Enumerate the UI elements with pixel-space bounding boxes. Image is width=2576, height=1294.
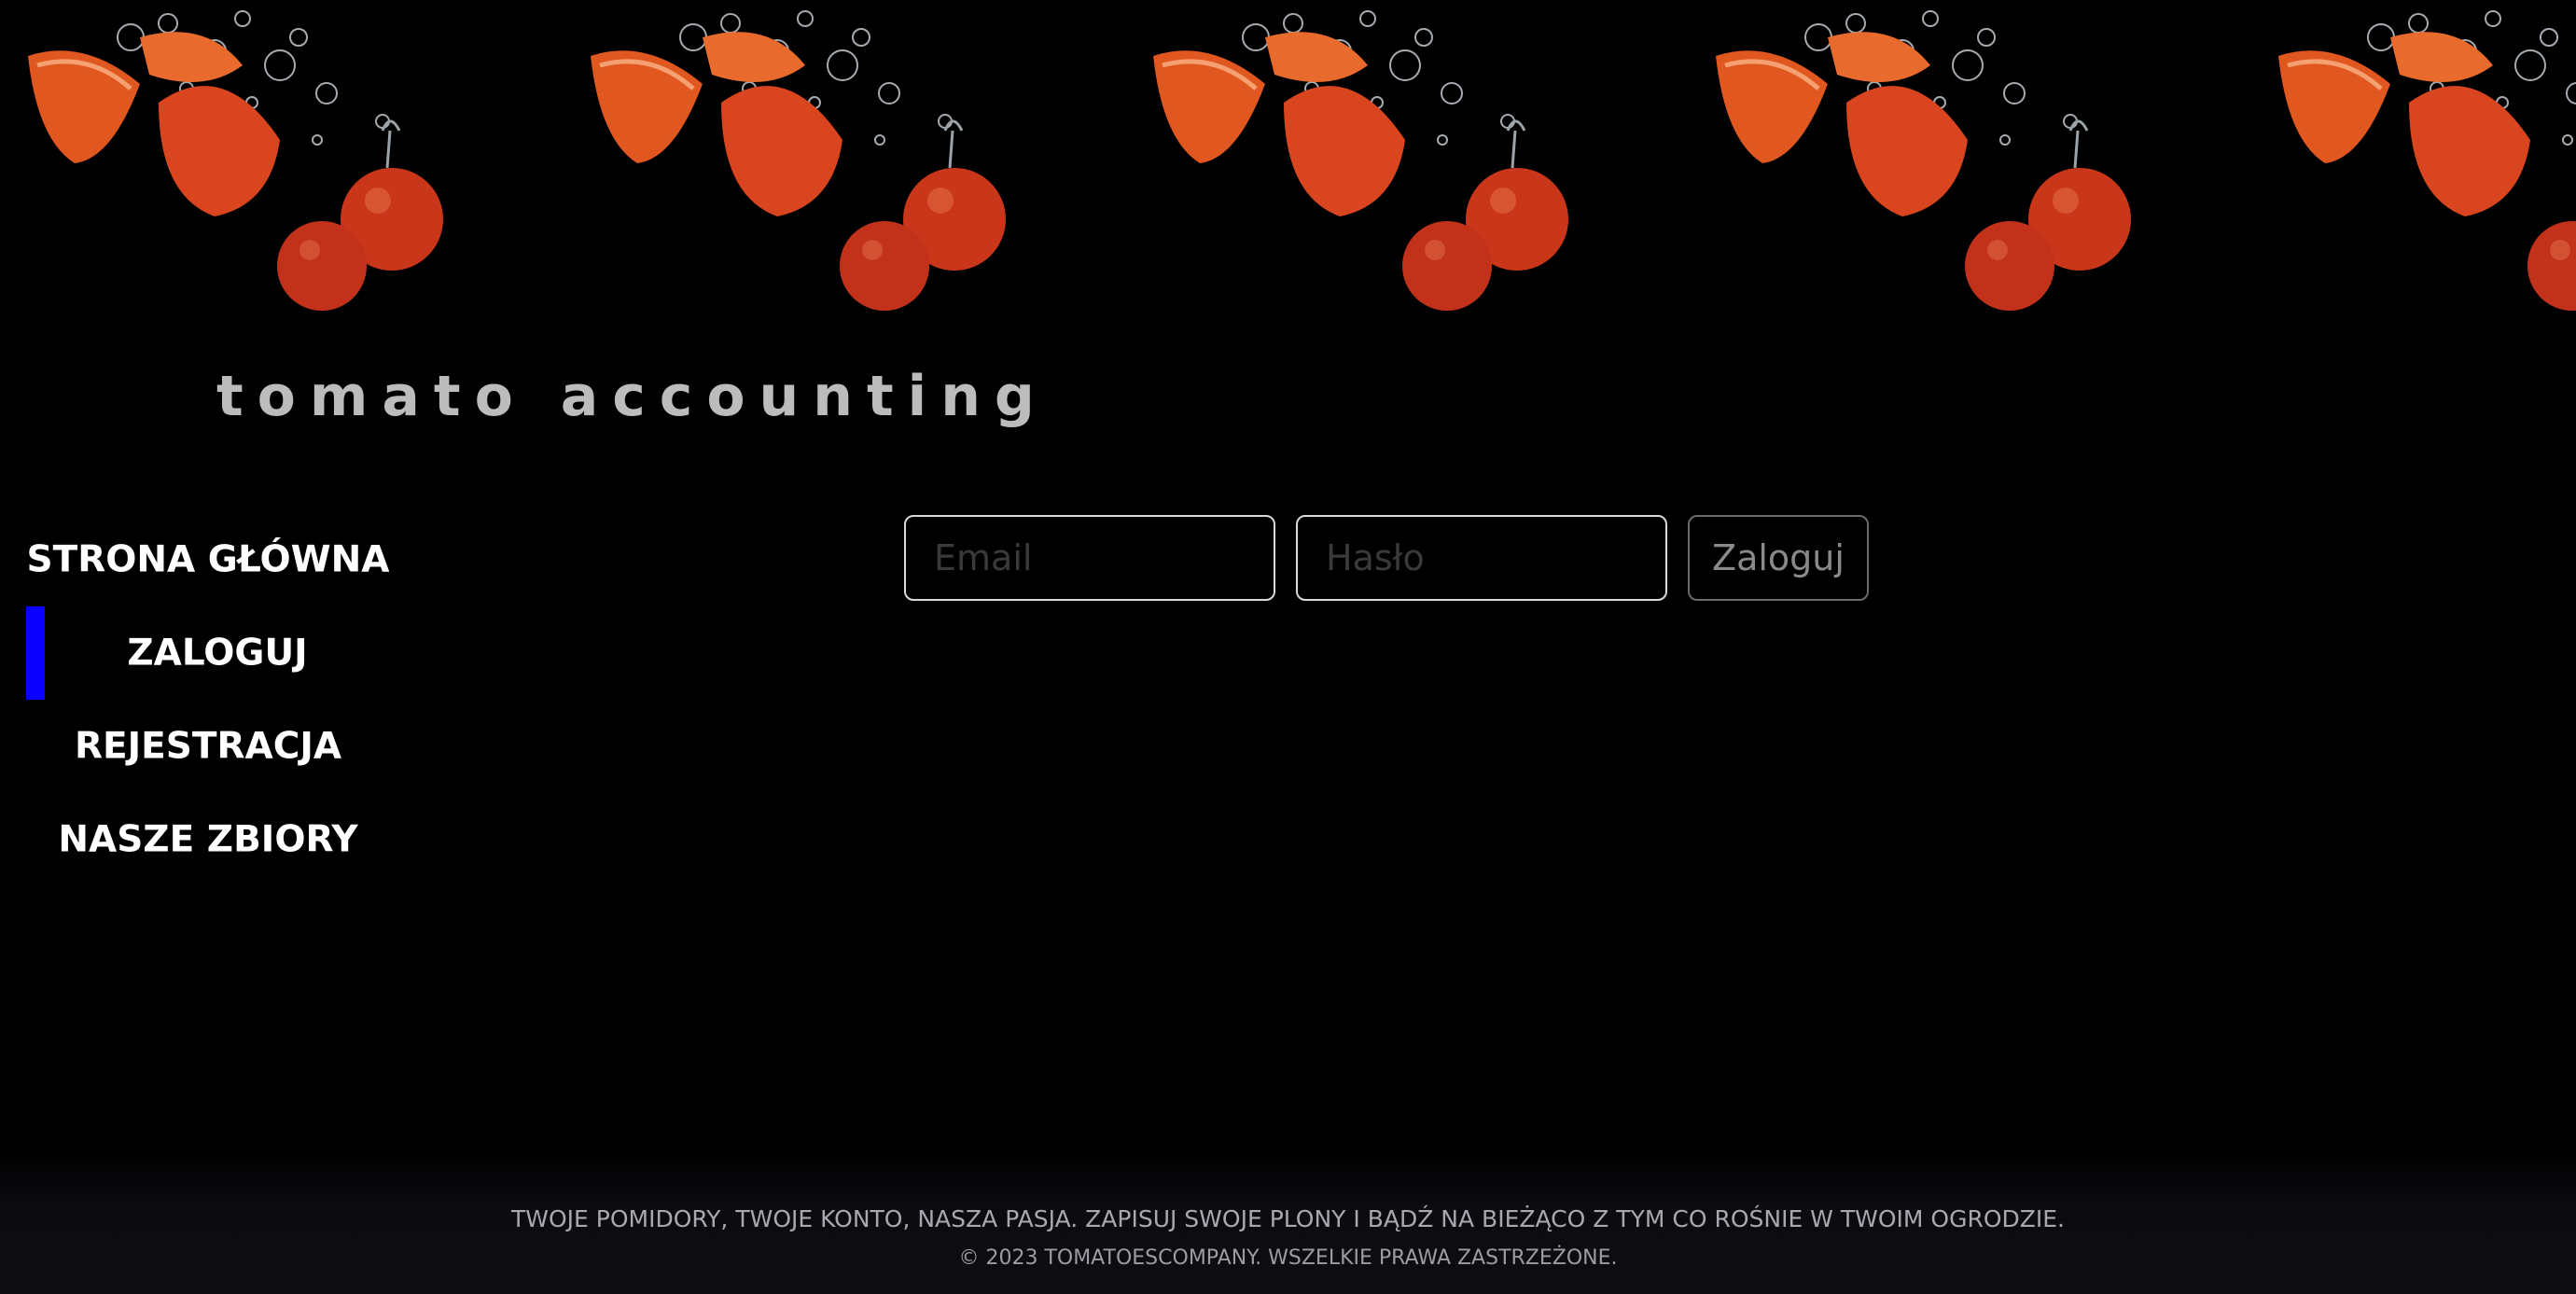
nav-item-label: STRONA GŁÓWNA xyxy=(26,538,390,581)
nav-item-label: ZALOGUJ xyxy=(127,632,308,675)
tomato-splash-image xyxy=(28,10,443,311)
tomato-splash-image xyxy=(1716,10,2131,311)
header-banner xyxy=(0,0,2576,322)
site-title: tomato accounting xyxy=(216,364,1049,429)
footer: TWOJE POMIDORY, TWOJE KONTO, NASZA PASJA… xyxy=(0,1148,2576,1294)
email-field[interactable] xyxy=(904,515,1275,601)
nav-item-label: NASZE ZBIORY xyxy=(58,818,358,861)
nav-item-our-harvests[interactable]: NASZE ZBIORY xyxy=(0,793,420,886)
nav-item-login[interactable]: ZALOGUJ xyxy=(0,606,420,700)
login-button[interactable]: Zaloguj xyxy=(1688,515,1869,601)
nav-item-home[interactable]: STRONA GŁÓWNA xyxy=(0,513,420,606)
active-indicator xyxy=(26,606,45,700)
tomato-splash-image xyxy=(591,10,1006,311)
footer-tagline: TWOJE POMIDORY, TWOJE KONTO, NASZA PASJA… xyxy=(510,1205,2065,1232)
tomato-splash-image xyxy=(1153,10,1568,311)
page: tomato accounting STRONA GŁÓWNA ZALOGUJ … xyxy=(0,0,2576,1294)
footer-copyright: © 2023 TOMATOESCOMPANY. WSZELKIE PRAWA Z… xyxy=(958,1246,1618,1270)
nav-item-register[interactable]: REJESTRACJA xyxy=(0,700,420,793)
password-field[interactable] xyxy=(1296,515,1667,601)
tomato-splash-image xyxy=(2278,10,2576,311)
nav-item-label: REJESTRACJA xyxy=(74,725,342,768)
